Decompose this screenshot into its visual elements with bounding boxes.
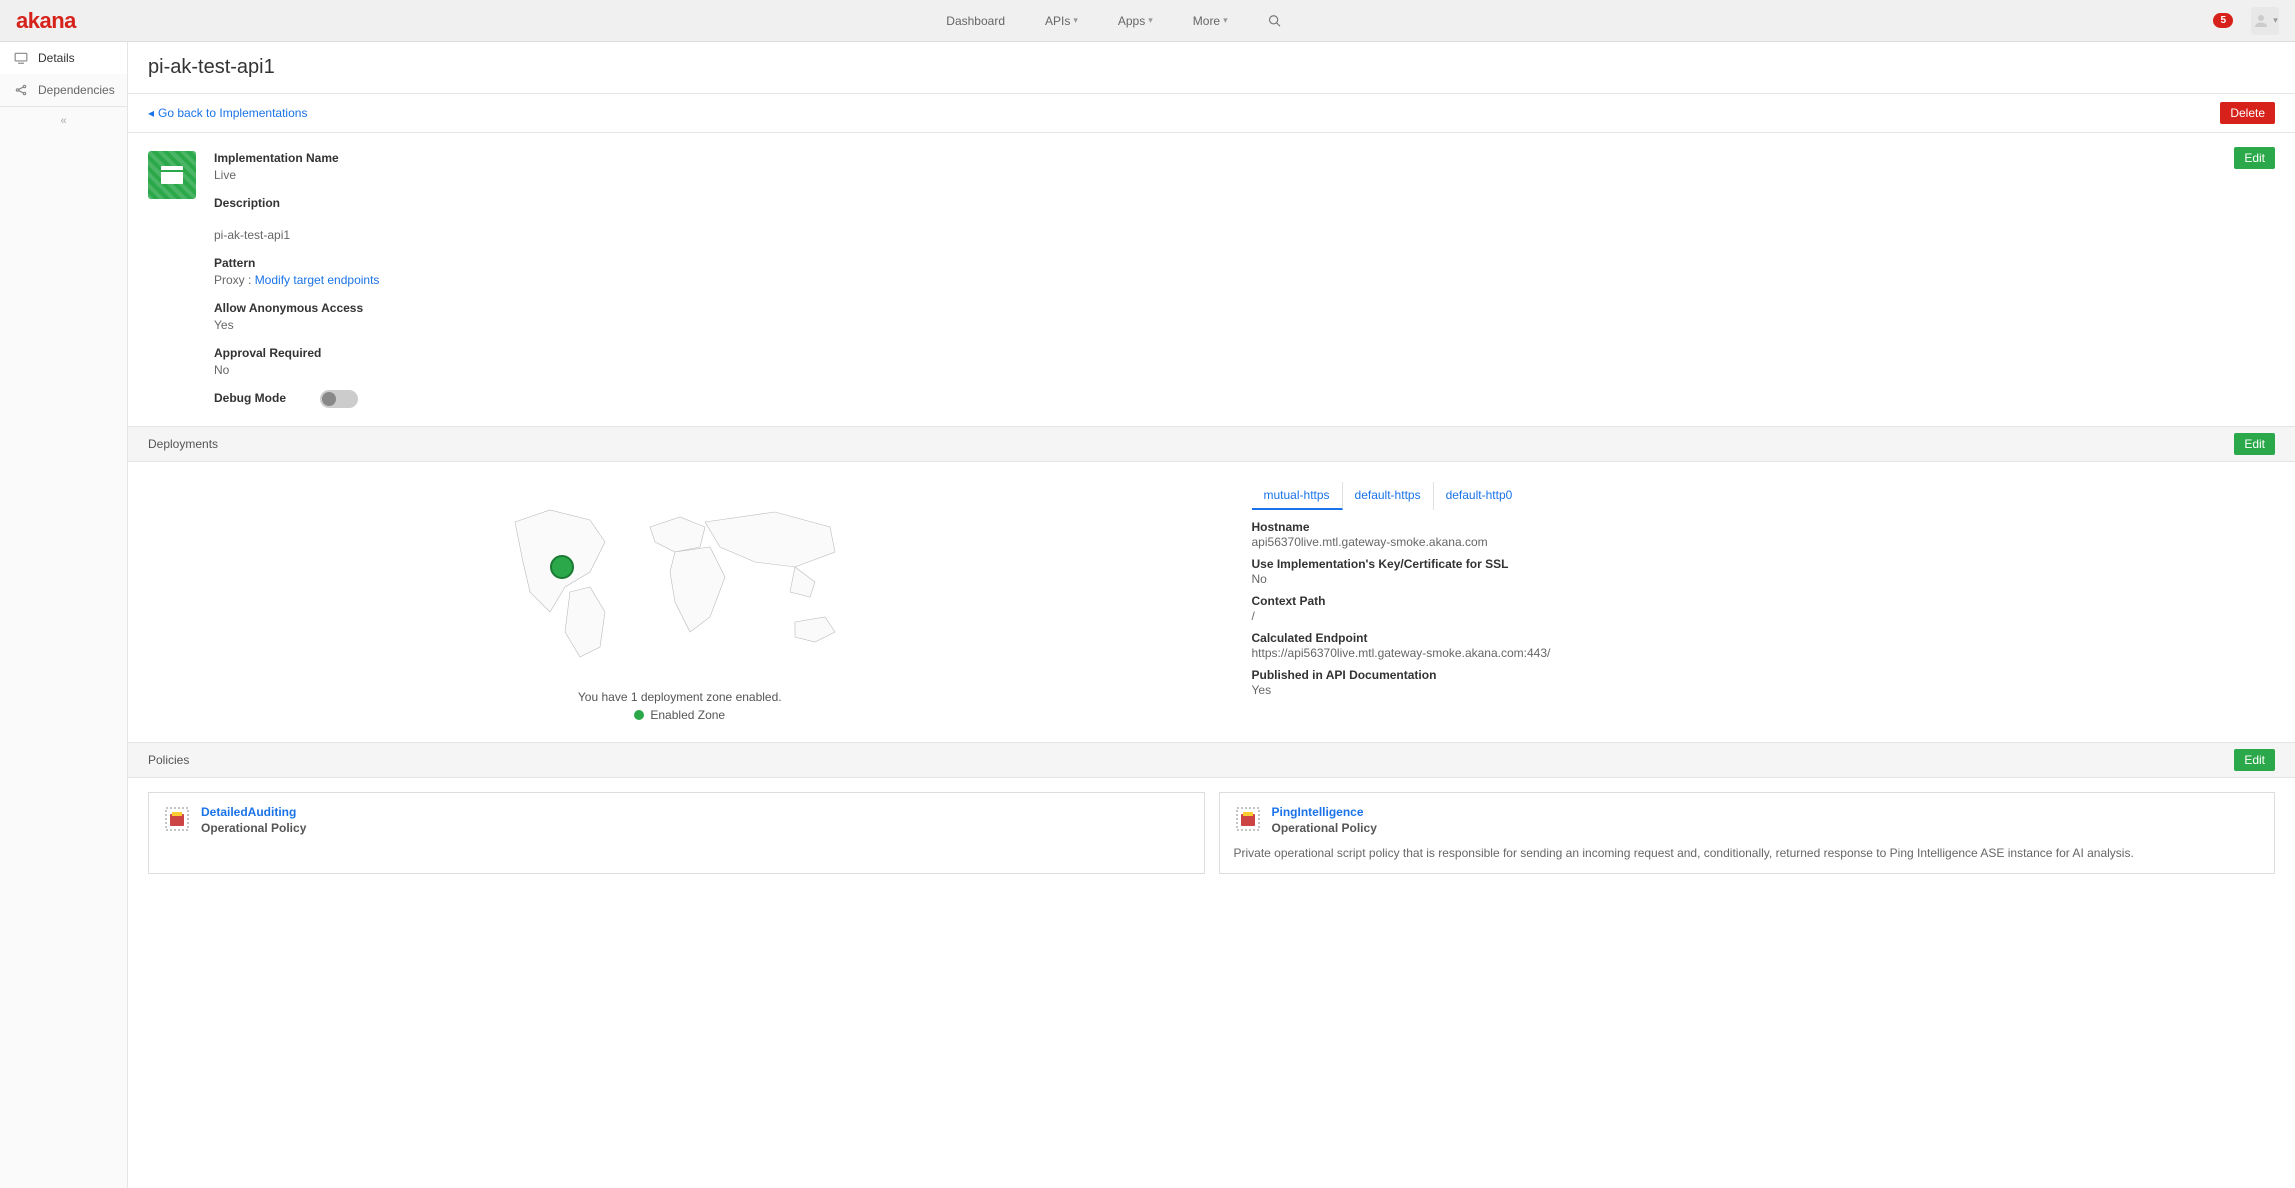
impl-desc-value: pi-ak-test-api1 <box>214 228 2275 242</box>
sidebar-item-label: Dependencies <box>38 83 115 97</box>
impl-debug-label: Debug Mode <box>214 391 286 405</box>
sidebar-item-dependencies[interactable]: Dependencies <box>0 74 127 106</box>
policies-header-label: Policies <box>148 753 189 767</box>
impl-anon-label: Allow Anonymous Access <box>214 301 2275 315</box>
policy-name-link[interactable]: DetailedAuditing <box>201 805 306 819</box>
policy-type: Operational Policy <box>201 821 306 835</box>
deployments-header-label: Deployments <box>148 437 218 451</box>
map-legend: Enabled Zone <box>148 708 1212 722</box>
hostname-label: Hostname <box>1252 520 2276 534</box>
ssl-value: No <box>1252 572 2276 586</box>
deployments-header: Deployments Edit <box>128 426 2295 462</box>
nav-apis-label: APIs <box>1045 14 1070 28</box>
impl-anon-value: Yes <box>214 318 2275 332</box>
tab-default-http0[interactable]: default-http0 <box>1434 482 1525 510</box>
ctx-label: Context Path <box>1252 594 2276 608</box>
delete-button[interactable]: Delete <box>2220 102 2275 124</box>
back-link-label: Go back to Implementations <box>158 106 307 120</box>
chevron-left-icon: ◂ <box>148 106 154 120</box>
deployment-zone-marker[interactable] <box>550 555 574 579</box>
share-icon <box>14 83 28 97</box>
impl-pattern-value: Proxy : Modify target endpoints <box>214 273 2275 287</box>
nav-dashboard[interactable]: Dashboard <box>946 14 1005 28</box>
user-avatar[interactable]: ▾ <box>2251 7 2279 35</box>
impl-desc-label: Description <box>214 196 2275 210</box>
chevron-down-icon: ▾ <box>1148 15 1153 26</box>
legend-label: Enabled Zone <box>650 708 725 722</box>
deployment-tabs: mutual-https default-https default-http0 <box>1252 482 2276 510</box>
modify-endpoints-link[interactable]: Modify target endpoints <box>255 273 380 287</box>
back-link[interactable]: ◂ Go back to Implementations <box>148 106 307 120</box>
debug-mode-toggle[interactable] <box>320 390 358 408</box>
sidebar-item-label: Details <box>38 51 75 65</box>
nav-more-label: More <box>1193 14 1220 28</box>
pattern-prefix: Proxy : <box>214 273 255 287</box>
nav-more[interactable]: More▾ <box>1193 14 1228 28</box>
ctx-value: / <box>1252 609 2276 623</box>
impl-name-value: Live <box>214 168 2275 182</box>
chevron-down-icon: ▾ <box>1073 15 1078 26</box>
edit-policies-button[interactable]: Edit <box>2234 749 2275 771</box>
policies-header: Policies Edit <box>128 742 2295 778</box>
implementation-details: Implementation Name Live Description pi-… <box>128 133 2295 426</box>
search-icon[interactable] <box>1268 14 1282 28</box>
main-nav: Dashboard APIs▾ Apps▾ More▾ <box>946 14 1281 28</box>
sidebar: Details Dependencies « <box>0 42 128 1188</box>
policy-icon <box>163 805 191 833</box>
brand-logo: akana <box>16 8 76 34</box>
sidebar-item-details[interactable]: Details <box>0 42 127 74</box>
impl-approval-value: No <box>214 363 2275 377</box>
edit-deployments-button[interactable]: Edit <box>2234 433 2275 455</box>
main-content: pi-ak-test-api1 ◂ Go back to Implementat… <box>128 42 2295 1188</box>
deployments-body: You have 1 deployment zone enabled. Enab… <box>128 462 2295 742</box>
sidebar-collapse-button[interactable]: « <box>0 106 127 135</box>
edit-button[interactable]: Edit <box>2234 147 2275 169</box>
ssl-label: Use Implementation's Key/Certificate for… <box>1252 557 2276 571</box>
calc-value: https://api56370live.mtl.gateway-smoke.a… <box>1252 646 2276 660</box>
impl-pattern-label: Pattern <box>214 256 2275 270</box>
policy-name-link[interactable]: PingIntelligence <box>1272 805 1377 819</box>
monitor-icon <box>14 51 28 65</box>
nav-apps-label: Apps <box>1118 14 1145 28</box>
topbar: akana Dashboard APIs▾ Apps▾ More▾ 5 ▾ <box>0 0 2295 42</box>
tab-default-https[interactable]: default-https <box>1343 482 1434 510</box>
impl-approval-label: Approval Required <box>214 346 2275 360</box>
page-header: pi-ak-test-api1 <box>128 42 2295 94</box>
pub-value: Yes <box>1252 683 2276 697</box>
page-title: pi-ak-test-api1 <box>148 56 2275 79</box>
legend-dot-icon <box>634 710 644 720</box>
map-caption: You have 1 deployment zone enabled. <box>148 690 1212 704</box>
calc-label: Calculated Endpoint <box>1252 631 2276 645</box>
policy-type: Operational Policy <box>1272 821 1377 835</box>
policy-description: Private operational script policy that i… <box>1234 845 2261 862</box>
nav-apis[interactable]: APIs▾ <box>1045 14 1078 28</box>
action-bar: ◂ Go back to Implementations Delete <box>128 94 2295 133</box>
policy-card: DetailedAuditing Operational Policy <box>148 792 1205 875</box>
policy-icon <box>1234 805 1262 833</box>
policies-body: DetailedAuditing Operational Policy Ping… <box>128 778 2295 889</box>
nav-apps[interactable]: Apps▾ <box>1118 14 1153 28</box>
world-map <box>495 492 865 672</box>
policy-card: PingIntelligence Operational Policy Priv… <box>1219 792 2276 875</box>
tab-mutual-https[interactable]: mutual-https <box>1252 482 1343 510</box>
chevron-down-icon: ▾ <box>1223 15 1228 26</box>
pub-label: Published in API Documentation <box>1252 668 2276 682</box>
chevron-down-icon: ▾ <box>2273 15 2278 26</box>
hostname-value: api56370live.mtl.gateway-smoke.akana.com <box>1252 535 2276 549</box>
implementation-icon <box>148 151 196 199</box>
notification-badge[interactable]: 5 <box>2213 13 2233 28</box>
impl-name-label: Implementation Name <box>214 151 2275 165</box>
